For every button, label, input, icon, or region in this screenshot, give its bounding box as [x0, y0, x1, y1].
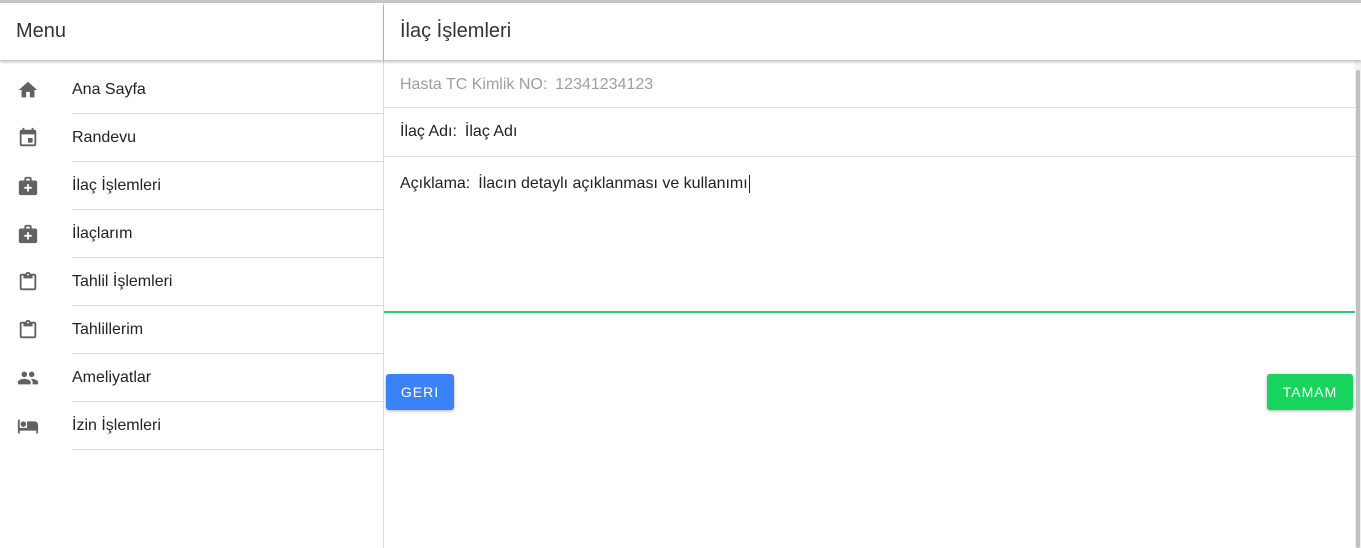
tc-id-field[interactable]: Hasta TC Kimlik NO: 12341234123 — [384, 60, 1355, 108]
back-button[interactable]: GERI — [386, 374, 454, 410]
clipboard-icon — [17, 319, 39, 341]
home-icon — [17, 79, 39, 101]
sidebar-item-ameliyatlar[interactable]: Ameliyatlar — [0, 354, 383, 402]
sidebar-item-label: İlaç İşlemleri — [72, 162, 383, 210]
sidebar-item-label: Ameliyatlar — [72, 354, 383, 402]
sidebar-item-label: Tahlil İşlemleri — [72, 258, 383, 306]
sidebar: Menu Ana Sayfa Randevu İlaç İşlemleri İl… — [0, 3, 384, 548]
medication-name-label: İlaç Adı: — [400, 123, 457, 140]
sidebar-item-izin-islemleri[interactable]: İzin İşlemleri — [0, 402, 383, 450]
ok-button[interactable]: TAMAM — [1267, 374, 1353, 410]
tc-id-value: 12341234123 — [555, 75, 654, 93]
sidebar-item-ana-sayfa[interactable]: Ana Sayfa — [0, 66, 383, 114]
sidebar-item-label: Ana Sayfa — [72, 66, 383, 114]
sidebar-item-label: İlaçlarım — [72, 210, 383, 258]
menu-list: Ana Sayfa Randevu İlaç İşlemleri İlaçlar… — [0, 60, 383, 450]
clipboard-icon — [17, 271, 39, 293]
description-value: İlacın detaylı açıklanması ve kullanımı — [478, 175, 750, 193]
sidebar-title: Menu — [0, 3, 383, 60]
sidebar-item-tahlil-islemleri[interactable]: Tahlil İşlemleri — [0, 258, 383, 306]
scrollbar-thumb[interactable] — [1356, 70, 1360, 548]
calendar-icon — [17, 127, 39, 149]
bed-icon — [17, 415, 39, 437]
tc-id-label: Hasta TC Kimlik NO: — [400, 75, 548, 93]
scrollbar[interactable] — [1355, 60, 1361, 548]
main-panel: İlaç İşlemleri Hasta TC Kimlik NO: 12341… — [384, 3, 1361, 548]
people-icon — [17, 367, 39, 389]
page-title: İlaç İşlemleri — [384, 3, 1361, 60]
sidebar-item-tahlillerim[interactable]: Tahlillerim — [0, 306, 383, 354]
medical-bag-icon — [17, 175, 39, 197]
sidebar-item-ilaclarim[interactable]: İlaçlarım — [0, 210, 383, 258]
sidebar-item-randevu[interactable]: Randevu — [0, 114, 383, 162]
sidebar-item-label: İzin İşlemleri — [72, 402, 383, 450]
medication-name-field[interactable]: İlaç Adı: İlaç Adı — [384, 108, 1355, 157]
medication-name-value: İlaç Adı — [464, 123, 518, 140]
description-field[interactable]: Açıklama: İlacın detaylı açıklanması ve … — [384, 157, 1355, 313]
medication-form: Hasta TC Kimlik NO: 12341234123 İlaç Adı… — [384, 60, 1355, 410]
sidebar-item-label: Randevu — [72, 114, 383, 162]
sidebar-item-ilac-islemleri[interactable]: İlaç İşlemleri — [0, 162, 383, 210]
sidebar-item-label: Tahlillerim — [72, 306, 383, 354]
description-label: Açıklama: — [400, 175, 471, 192]
medical-bag-icon — [17, 223, 39, 245]
